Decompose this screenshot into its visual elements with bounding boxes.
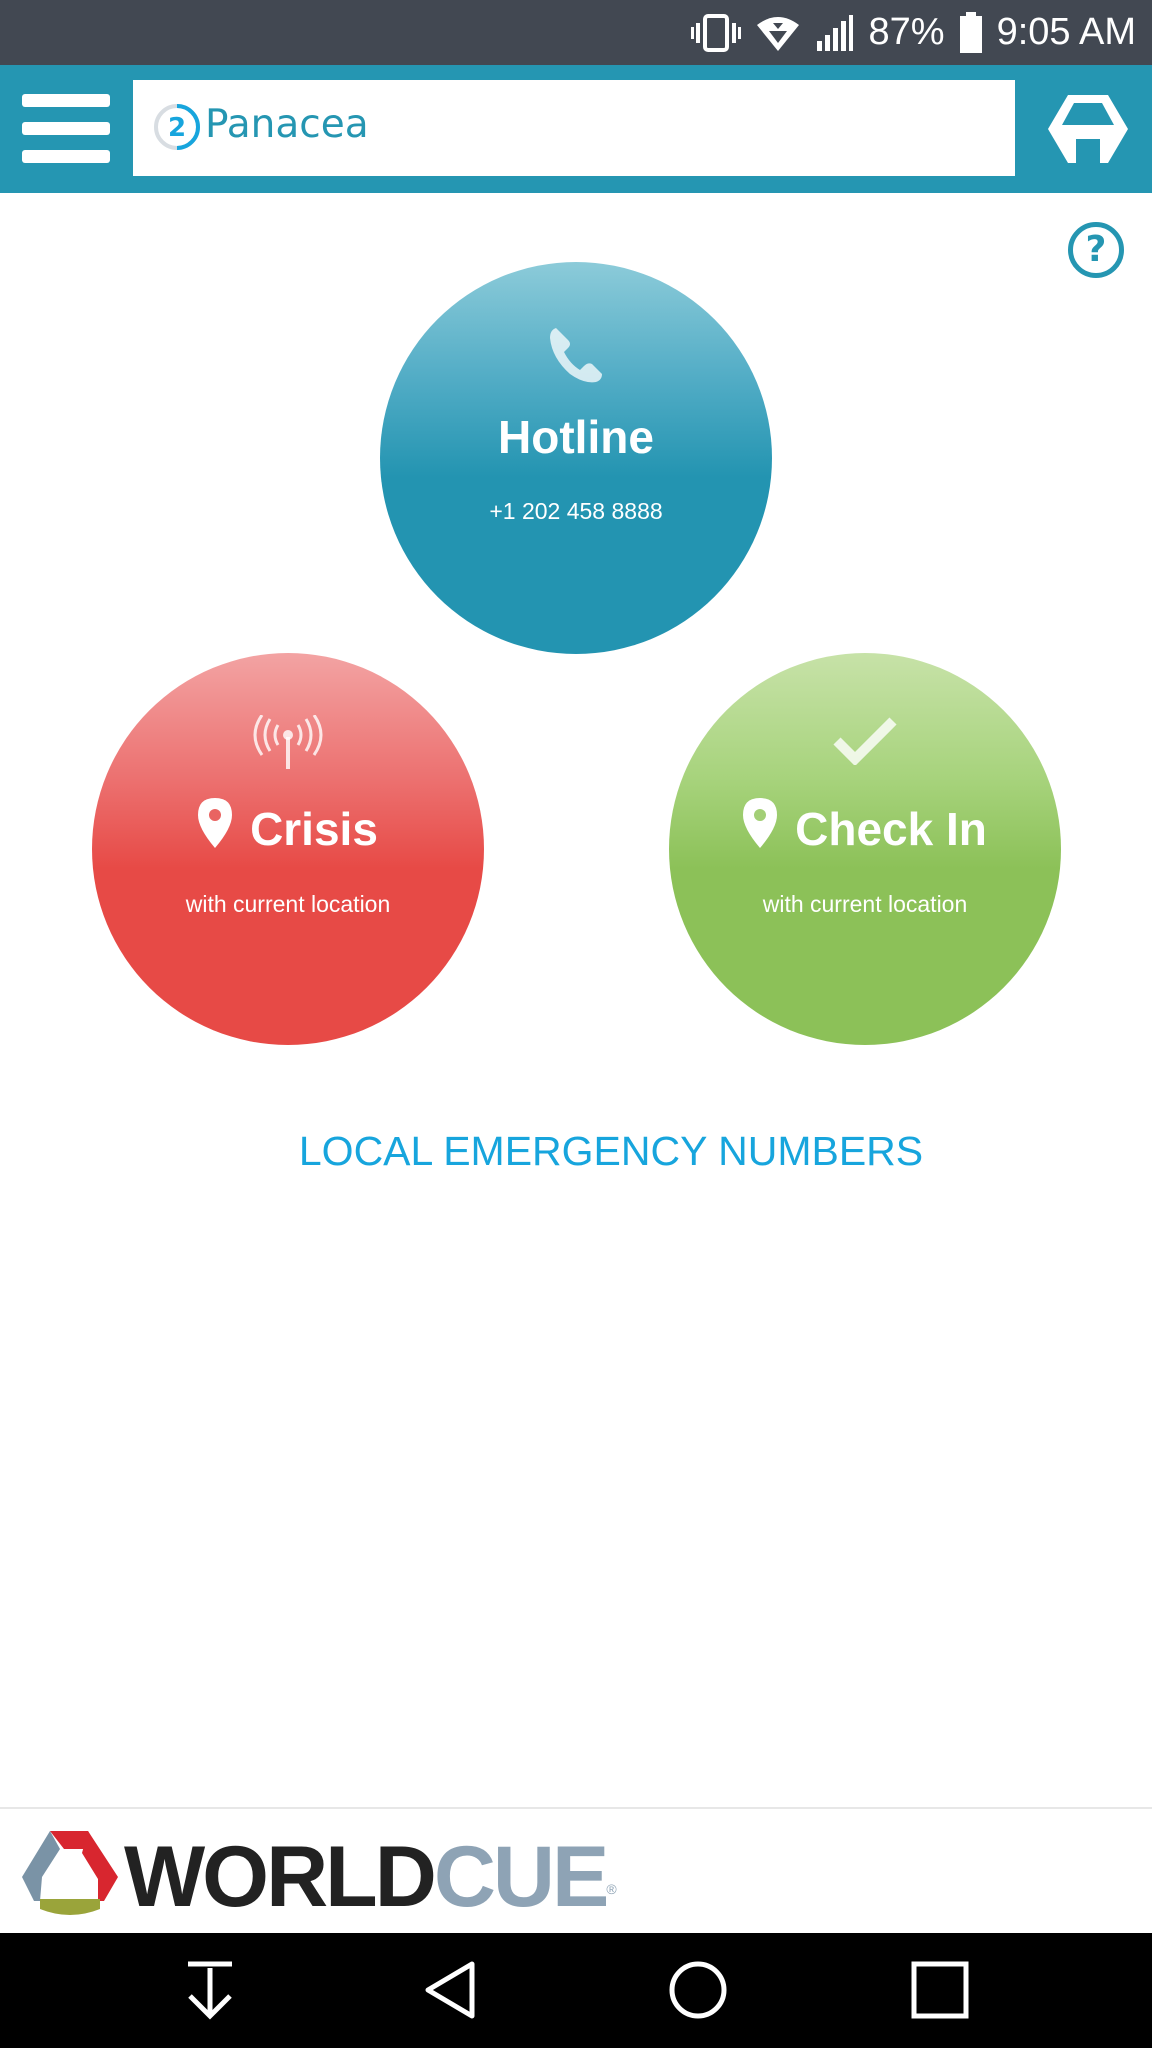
badge-number: 2: [168, 113, 186, 143]
local-emergency-numbers-link[interactable]: LOCAL EMERGENCY NUMBERS: [0, 1128, 1152, 1175]
location-pin-icon: [198, 798, 233, 859]
panacea-logo-icon: 2: [153, 103, 201, 151]
phone-icon: [380, 324, 772, 386]
clock: 9:05 AM: [996, 11, 1136, 53]
system-nav-bar: [0, 1933, 1152, 2048]
app-header: 2 Panacea: [0, 65, 1152, 193]
battery-icon: [959, 11, 983, 54]
checkin-title: Check In: [795, 802, 987, 855]
app-name: Panacea: [205, 102, 369, 147]
download-icon[interactable]: [178, 1958, 242, 2022]
broadcast-icon: [92, 715, 484, 771]
worldcue-logo-icon: [20, 1829, 120, 1921]
worldcue-wordmark: WORLDCUE®: [124, 1829, 617, 1925]
vibrate-icon: [690, 13, 741, 53]
crisis-title: Crisis: [250, 802, 378, 855]
wifi-icon: [755, 13, 801, 53]
hamburger-menu-icon[interactable]: [22, 90, 110, 168]
help-button[interactable]: ?: [1068, 222, 1124, 278]
hotline-title: Hotline: [498, 411, 654, 463]
checkin-subtitle: with current location: [762, 891, 968, 917]
hotline-number: +1 202 458 8888: [489, 498, 663, 524]
footer-brand: WORLDCUE®: [0, 1807, 1152, 1935]
checkin-button[interactable]: Check In with current location: [669, 653, 1061, 1045]
crisis-subtitle: with current location: [185, 891, 391, 917]
status-bar: 87% 9:05 AM: [0, 0, 1152, 65]
home-icon[interactable]: [666, 1958, 730, 2022]
app-title-box: 2 Panacea: [133, 80, 1015, 176]
location-pin-icon: [743, 798, 778, 859]
battery-percent: 87%: [868, 11, 945, 53]
back-icon[interactable]: [420, 1958, 484, 2022]
crisis-button[interactable]: Crisis with current location: [92, 653, 484, 1045]
recents-icon[interactable]: [908, 1958, 972, 2022]
hotline-button[interactable]: Hotline +1 202 458 8888: [380, 262, 772, 654]
checkmark-icon: [669, 715, 1061, 765]
worldcue-mark-icon[interactable]: [1046, 89, 1130, 169]
signal-icon: [815, 13, 855, 53]
